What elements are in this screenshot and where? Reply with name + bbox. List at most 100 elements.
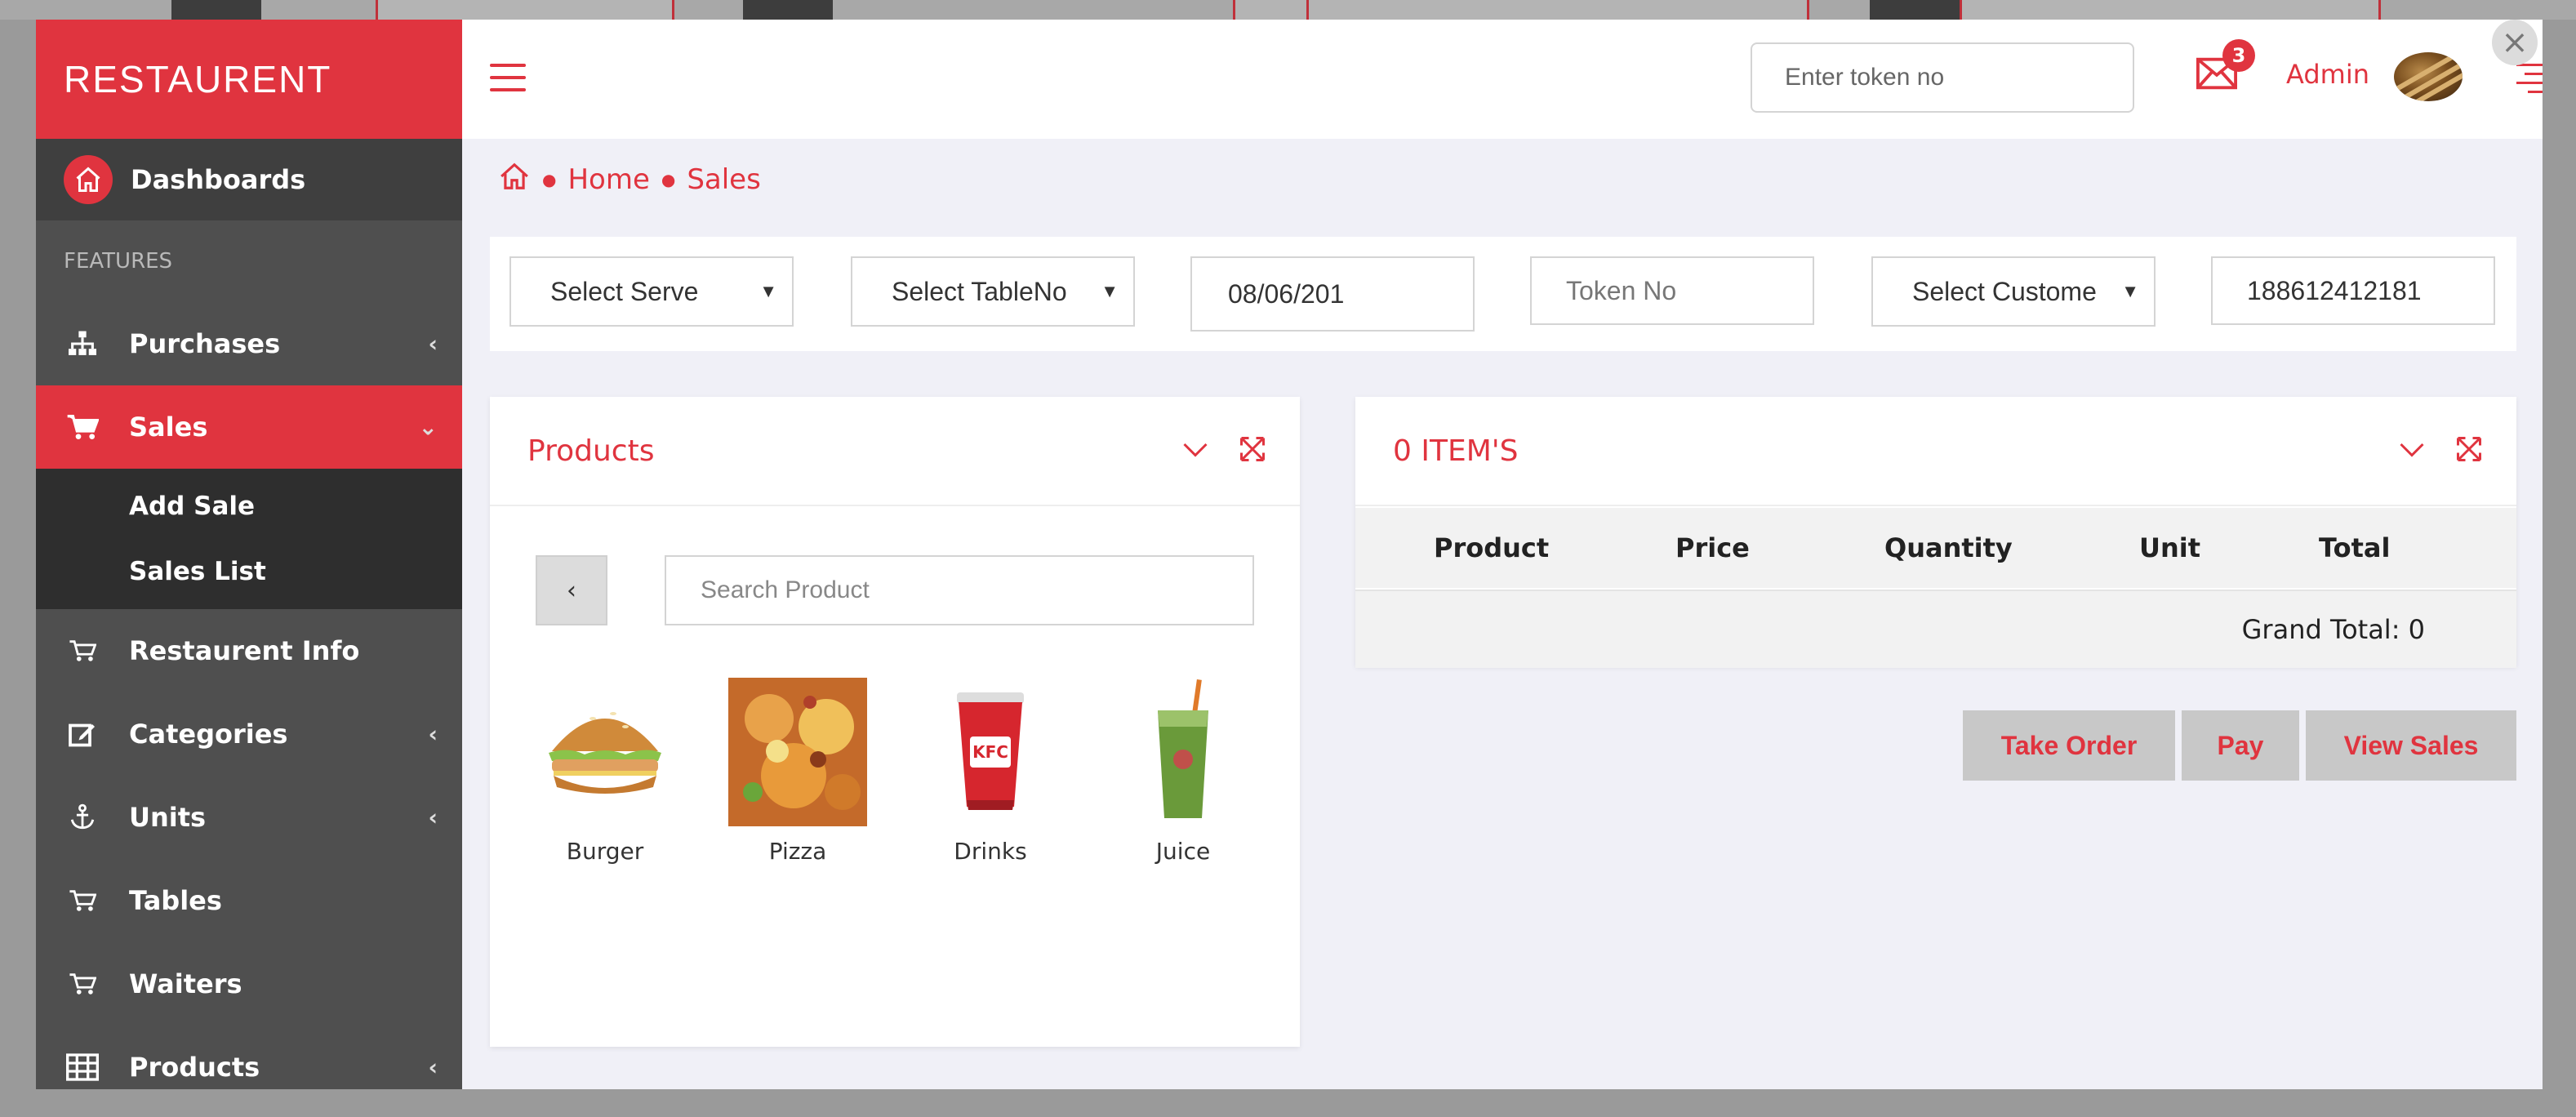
sidebar-item-waiters[interactable]: Waiters [36, 942, 462, 1026]
column-header-quantity: Quantity [1884, 532, 2013, 563]
svg-text:KFC: KFC [972, 742, 1008, 762]
chevron-left-icon: ‹ [428, 1053, 438, 1081]
sidebar-item-dashboards[interactable]: Dashboards [36, 139, 462, 220]
number-input-value: 188612412181 [2247, 275, 2422, 305]
column-header-price: Price [1675, 532, 1750, 563]
product-card-pizza[interactable]: Pizza [728, 678, 867, 865]
sidebar-item-label: Restaurent Info [129, 635, 360, 666]
product-image: KFC [921, 678, 1060, 826]
pay-button[interactable]: Pay [2182, 710, 2299, 781]
dropdown-arrow-icon: ▼ [1101, 281, 1119, 301]
table-icon [64, 1053, 101, 1081]
sidebar-item-categories[interactable]: Categories ‹ [36, 692, 462, 776]
collapse-icon[interactable] [2397, 434, 2427, 471]
sidebar-item-units[interactable]: Units ‹ [36, 776, 462, 859]
sidebar: RESTAURENT Dashboards FEATURES Purchases… [36, 20, 462, 1089]
dropdown-arrow-icon: ▼ [759, 281, 777, 301]
product-card-burger[interactable]: Burger [536, 678, 674, 865]
customer-select[interactable]: Select Custome ▼ [1871, 256, 2156, 327]
search-product-input[interactable] [665, 555, 1254, 625]
product-card-juice[interactable]: Juice [1114, 678, 1252, 865]
product-image [728, 678, 867, 826]
anchor-icon [64, 803, 101, 832]
sidebar-item-label: Tables [129, 885, 222, 916]
notification-badge: 3 [2222, 39, 2255, 72]
products-panel-header: Products [490, 397, 1300, 506]
filter-bar: Select Serve ▼ Select TableNo ▼ 08/06/20… [490, 237, 2516, 351]
sidebar-item-label: Dashboards [131, 164, 306, 195]
dropdown-arrow-icon: ▼ [2121, 281, 2139, 301]
sidebar-item-label: Waiters [129, 968, 242, 999]
mail-icon[interactable]: 3 [2196, 39, 2255, 96]
chevron-down-icon: ⌄ [418, 413, 438, 441]
date-input[interactable]: 08/06/201 [1190, 256, 1475, 332]
cart-icon [64, 639, 101, 663]
breadcrumb: ● Home ● Sales [498, 155, 761, 204]
chevron-left-icon: ‹ [428, 803, 438, 831]
product-name: Burger [566, 838, 644, 865]
order-panel-header: 0 ITEM'S [1355, 397, 2516, 506]
products-panel-title: Products [527, 434, 655, 468]
token-no-input[interactable]: Token No [1530, 256, 1814, 325]
token-no-placeholder: Token No [1566, 275, 1677, 305]
product-card-drinks[interactable]: KFC Drinks [921, 678, 1060, 865]
breadcrumb-home[interactable]: Home [567, 163, 649, 196]
order-items-count: 0 ITEM'S [1393, 434, 1519, 468]
sidebar-item-label: Sales [129, 412, 208, 443]
order-panel: 0 ITEM'S Product Price Quantity Unit Tot… [1355, 397, 2516, 668]
sidebar-item-restaurent-info[interactable]: Restaurent Info [36, 609, 462, 692]
admin-username[interactable]: Admin [2286, 59, 2369, 90]
collapse-icon[interactable] [1181, 434, 1210, 471]
grand-total-row: Grand Total: 0 [1355, 590, 2516, 668]
sidebar-item-tables[interactable]: Tables [36, 859, 462, 942]
view-sales-button[interactable]: View Sales [2306, 710, 2516, 781]
date-input-value: 08/06/201 [1228, 278, 1345, 309]
table-select[interactable]: Select TableNo ▼ [851, 256, 1135, 327]
token-search-input[interactable] [1751, 42, 2134, 113]
submenu-item-add-sale[interactable]: Add Sale [36, 474, 462, 539]
background-block [376, 0, 674, 20]
topbar: 3 Admin [462, 20, 2543, 139]
close-icon[interactable]: × [2492, 20, 2538, 65]
number-input[interactable]: 188612412181 [2211, 256, 2495, 325]
features-header: FEATURES [64, 249, 173, 274]
chevron-left-icon: ‹ [428, 330, 438, 358]
sales-submenu: Add Sale Sales List [36, 469, 462, 609]
background-block [1960, 0, 2381, 20]
sidebar-item-label: Units [129, 802, 207, 833]
back-button[interactable]: ‹ [536, 555, 607, 625]
breadcrumb-separator: ● [542, 170, 557, 189]
sidebar-item-label: Categories [129, 719, 288, 750]
product-image [536, 678, 674, 826]
product-name: Drinks [954, 838, 1027, 865]
sidebar-item-sales[interactable]: Sales ⌄ [36, 385, 462, 469]
cart-icon [64, 413, 101, 441]
products-panel: Products ‹ Burger [490, 397, 1300, 1047]
background-block [743, 0, 833, 20]
product-name: Pizza [768, 838, 827, 865]
sidebar-item-products[interactable]: Products ‹ [36, 1026, 462, 1089]
column-header-total: Total [2319, 532, 2391, 563]
background-block [1870, 0, 1960, 20]
server-select[interactable]: Select Serve ▼ [509, 256, 794, 327]
sidebar-item-purchases[interactable]: Purchases ‹ [36, 302, 462, 385]
modal-window: RESTAURENT Dashboards FEATURES Purchases… [36, 20, 2543, 1089]
home-icon [64, 155, 113, 204]
expand-icon[interactable] [2454, 434, 2484, 471]
hamburger-menu-icon[interactable] [490, 64, 526, 95]
sidebar-item-label: Products [129, 1052, 260, 1083]
sidebar-item-label: Purchases [129, 328, 281, 359]
customer-select-value: Select Custome [1912, 276, 2097, 306]
product-image [1114, 678, 1252, 826]
right-menu-icon[interactable] [2516, 64, 2543, 96]
grand-total: Grand Total: 0 [2241, 614, 2425, 645]
submenu-item-sales-list[interactable]: Sales List [36, 539, 462, 604]
take-order-button[interactable]: Take Order [1963, 710, 2175, 781]
product-name: Juice [1155, 838, 1211, 865]
cart-icon [64, 972, 101, 996]
brand-logo[interactable]: RESTAURENT [36, 20, 462, 139]
home-icon[interactable] [498, 161, 531, 199]
avatar[interactable] [2394, 52, 2463, 101]
order-table-header: Product Price Quantity Unit Total [1355, 508, 2516, 588]
expand-icon[interactable] [1238, 434, 1267, 471]
